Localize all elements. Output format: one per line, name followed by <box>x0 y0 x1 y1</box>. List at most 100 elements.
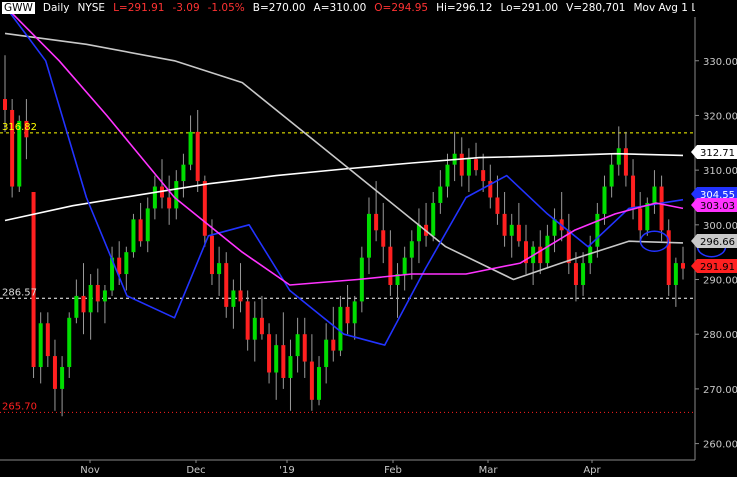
price-chart[interactable]: 330.00 320.00 310.00 300.00 290.00 280.00 270.… <box>0 0 737 477</box>
change-value: -3.09 <box>172 2 200 14</box>
y-tick-label: 330.00 <box>703 57 737 68</box>
candle-body <box>474 159 479 171</box>
candle-body <box>267 334 272 373</box>
candle-body <box>616 148 621 165</box>
candle-body <box>3 99 7 110</box>
volume-value: V=280,701 <box>566 2 626 14</box>
candle-body <box>352 301 357 324</box>
candle-body <box>295 334 300 357</box>
candle-body <box>288 356 293 378</box>
candle-body <box>274 345 279 373</box>
candle-body <box>167 197 172 209</box>
candle-body <box>609 164 614 187</box>
candle-body <box>217 263 222 275</box>
candle-body <box>545 235 550 264</box>
price-tag: 312.71 <box>691 145 737 159</box>
candle-body <box>438 186 443 203</box>
candle-body <box>81 295 86 313</box>
last-price: L=291.91 <box>113 2 165 14</box>
candle-body <box>31 192 36 368</box>
price-tag-label: 291.91 <box>700 262 735 273</box>
candle-body <box>466 159 471 176</box>
candle-body <box>60 367 65 389</box>
candle-body <box>302 334 307 362</box>
price-tag-label: 312.71 <box>700 148 735 159</box>
candle-body <box>67 317 72 368</box>
candle-body <box>259 317 264 335</box>
symbol-label: GWW <box>2 2 35 14</box>
low-value: Lo=291.00 <box>500 2 559 14</box>
candle-body <box>374 213 379 231</box>
candle-body <box>345 306 350 324</box>
exchange-label: NYSE <box>77 2 106 14</box>
x-tick-label: Feb <box>384 465 402 476</box>
candle-body <box>495 197 500 214</box>
price-tag: 291.91 <box>691 259 737 273</box>
y-tick-label: 320.00 <box>703 111 737 122</box>
candle-body <box>252 317 257 340</box>
candle-body <box>195 131 200 182</box>
candle-body <box>52 356 57 389</box>
y-tick-label: 290.00 <box>703 276 737 287</box>
candle-body <box>131 219 136 253</box>
candle-body <box>459 153 464 176</box>
open-value: O=294.95 <box>374 2 429 14</box>
high-value: Hi=296.12 <box>436 2 493 14</box>
y-tick-label: 260.00 <box>703 440 737 451</box>
candle-body <box>309 361 314 400</box>
price-tag: 303.03 <box>691 198 737 212</box>
candle-body <box>338 306 343 351</box>
level-label: 316.82 <box>2 122 37 133</box>
price-tag-label: 296.66 <box>700 237 735 248</box>
y-tick-label: 300.00 <box>703 221 737 232</box>
candle-body <box>445 164 450 187</box>
x-tick-label: Nov <box>80 465 100 476</box>
candle-body <box>381 230 386 247</box>
candle-body <box>602 186 607 214</box>
candle-body <box>224 263 229 307</box>
candle-body <box>645 202 650 231</box>
candle-body <box>138 219 143 242</box>
candle-body <box>188 131 193 165</box>
ask-value: A=310.00 <box>313 2 367 14</box>
candle-body <box>623 148 628 176</box>
candle-body <box>88 284 93 313</box>
candle-body <box>74 295 79 318</box>
candle-body <box>516 224 521 242</box>
candle-body <box>281 345 286 378</box>
candle-body <box>231 290 236 307</box>
x-tick-label: Apr <box>583 465 601 476</box>
candle-body <box>581 263 586 285</box>
candle-body <box>38 323 43 368</box>
candle-body <box>95 284 100 302</box>
candle-body <box>659 186 664 231</box>
level-label: 265.70 <box>2 401 37 412</box>
candle-body <box>481 170 486 182</box>
candle-body <box>174 181 179 209</box>
candle-body <box>124 252 129 275</box>
candle-body <box>209 235 214 275</box>
x-tick-label: Mar <box>479 465 499 476</box>
candle-body <box>502 213 507 236</box>
candle-body <box>509 224 514 236</box>
candle-body <box>238 290 243 302</box>
candle-body <box>431 202 436 236</box>
y-tick-label: 270.00 <box>703 385 737 396</box>
candle-body <box>145 208 150 242</box>
candle-body <box>245 301 250 340</box>
candle-body <box>552 219 557 236</box>
candle-body <box>388 246 393 285</box>
candle-body <box>402 257 407 275</box>
candle-body <box>152 186 157 209</box>
period-label: Daily <box>42 2 70 14</box>
candle-body <box>673 263 678 285</box>
candle-body <box>366 213 371 258</box>
candle-body <box>595 213 600 247</box>
candle-body <box>181 164 186 182</box>
y-tick-label: 310.00 <box>703 166 737 177</box>
bid-value: B=270.00 <box>252 2 306 14</box>
candle-body <box>638 208 643 231</box>
x-tick-label: '19 <box>279 465 294 476</box>
candle-body <box>631 175 636 209</box>
chart-header: GWW Daily NYSE L=291.91 -3.09 -1.05% B=270.00 A… <box>0 0 695 17</box>
